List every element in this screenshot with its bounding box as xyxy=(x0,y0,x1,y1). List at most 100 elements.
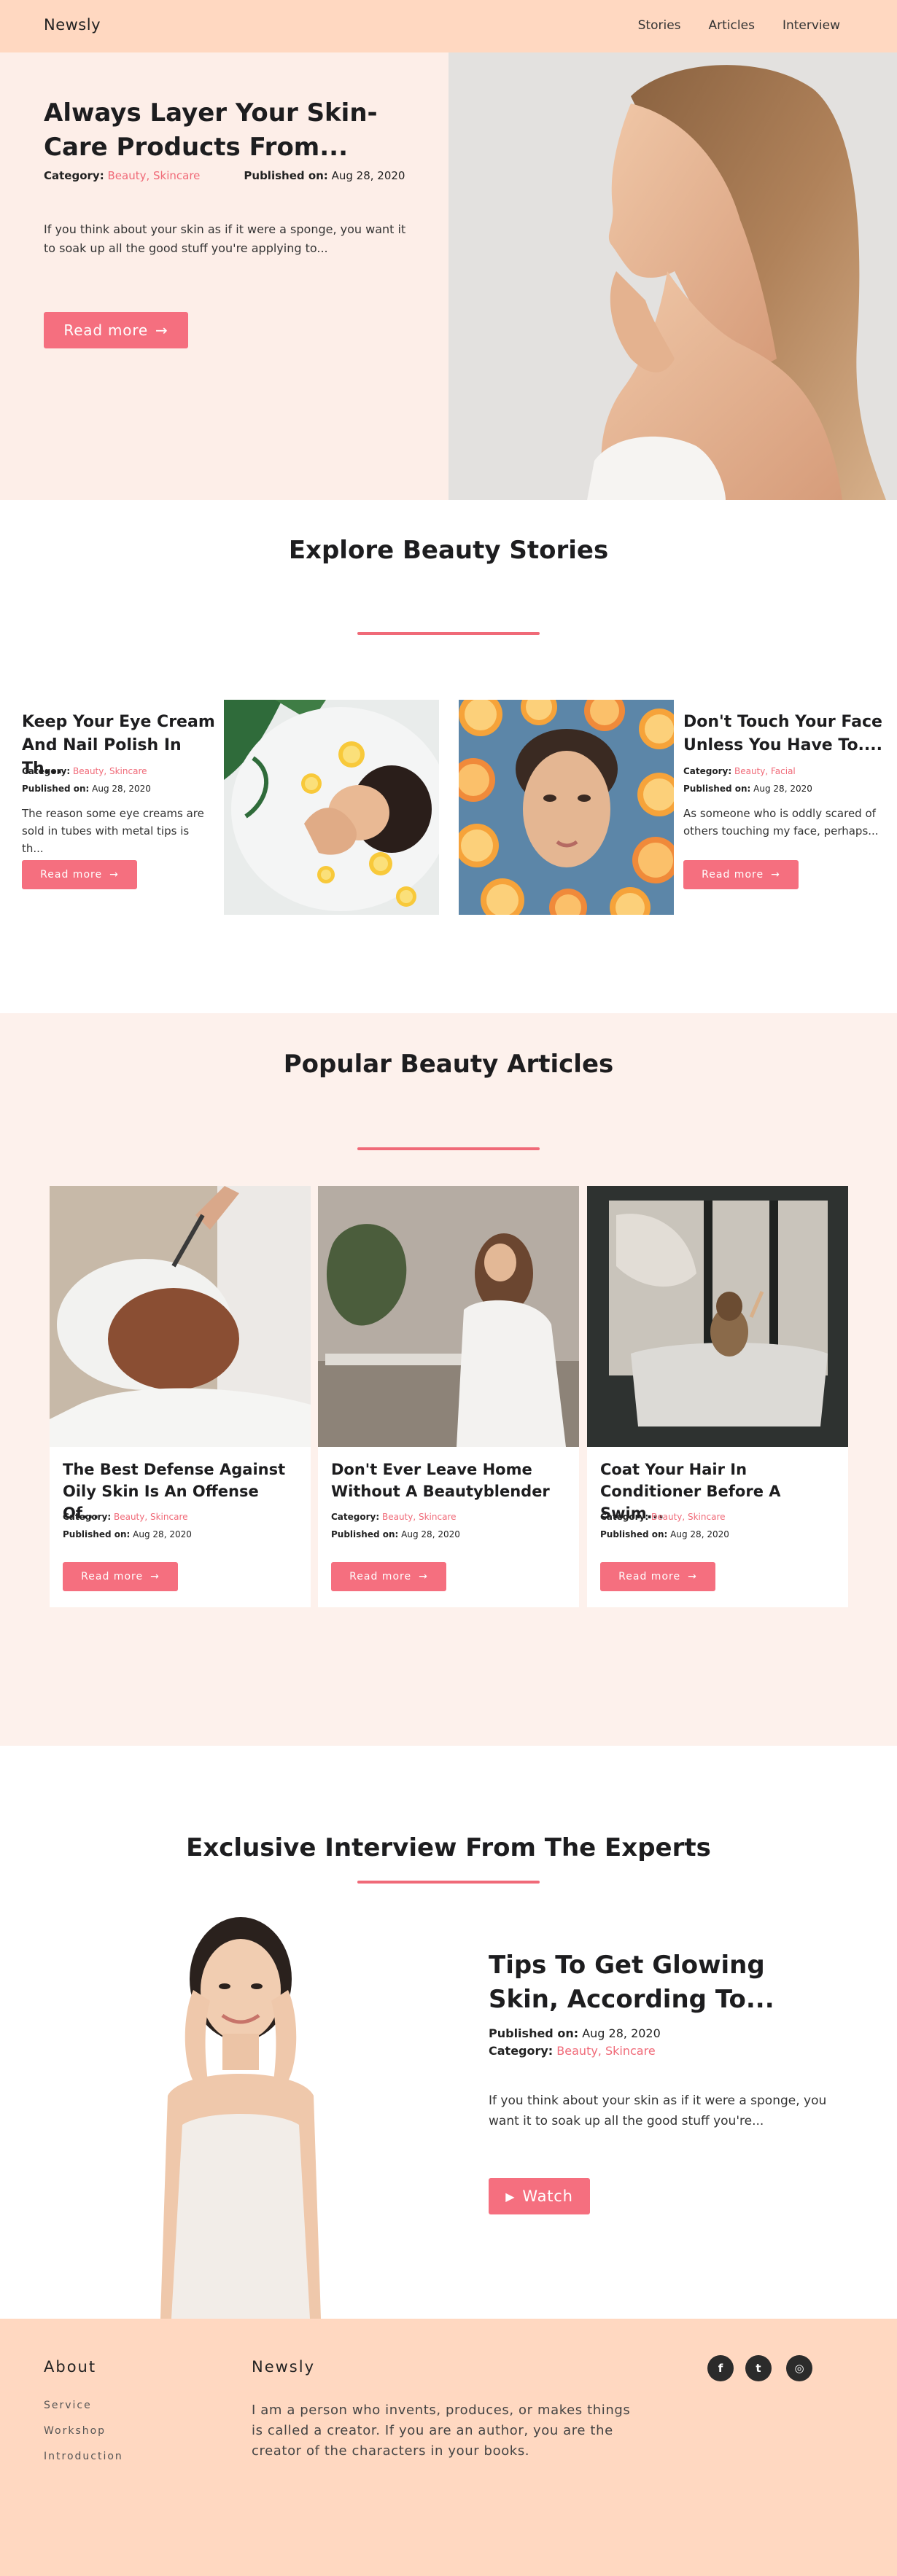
article-card-3[interactable]: Coat Your Hair In Conditioner Before A S… xyxy=(587,1186,848,1607)
footer-link-workshop[interactable]: Workshop xyxy=(44,2419,123,2444)
published-label: Published on: xyxy=(63,1529,131,1539)
title-underline xyxy=(357,1147,540,1150)
article-3-category: Category: Beauty, Skincare xyxy=(600,1508,729,1526)
published-label: Published on: xyxy=(331,1529,399,1539)
facebook-icon[interactable]: f xyxy=(707,2355,734,2381)
published-label: Published on: xyxy=(683,784,751,794)
hero-title[interactable]: Always Layer Your Skin-Care Products Fro… xyxy=(44,96,408,165)
nav-link-interview[interactable]: Interview xyxy=(783,18,840,33)
category-label: Category: xyxy=(600,1512,649,1522)
story-2-published: Published on: Aug 28, 2020 xyxy=(683,780,812,797)
hero-section: Always Layer Your Skin-Care Products Fro… xyxy=(0,52,897,500)
footer: About Service Workshop Introduction News… xyxy=(0,2319,897,2576)
published-label: Published on: xyxy=(489,2026,579,2040)
facial-mask-illustration xyxy=(50,1186,311,1447)
woman-profile-illustration xyxy=(448,52,897,500)
category-value[interactable]: Beauty, Skincare xyxy=(107,169,200,182)
category-value[interactable]: Beauty, Skincare xyxy=(556,2044,655,2058)
nav-link-articles[interactable]: Articles xyxy=(709,18,755,33)
category-value[interactable]: Beauty, Skincare xyxy=(651,1512,726,1522)
category-value[interactable]: Beauty, Skincare xyxy=(114,1512,188,1522)
published-value: Aug 28, 2020 xyxy=(331,169,405,182)
article-2-category: Category: Beauty, Skincare xyxy=(331,1508,460,1526)
category-label: Category: xyxy=(44,169,104,182)
button-label: Read more xyxy=(40,869,103,881)
story-1-category: Category: Beauty, Skincare xyxy=(22,762,147,780)
button-label: Watch xyxy=(522,2187,573,2205)
article-2-title[interactable]: Don't Ever Leave Home Without A Beautybl… xyxy=(331,1459,568,1502)
interview-section-title: Exclusive Interview From The Experts xyxy=(186,1833,711,1862)
article-3-image xyxy=(587,1186,848,1447)
hero-excerpt: If you think about your skin as if it we… xyxy=(44,222,406,255)
category-label: Category: xyxy=(489,2044,554,2058)
nav-link-stories[interactable]: Stories xyxy=(638,18,681,33)
category-value[interactable]: Beauty, Skincare xyxy=(382,1512,457,1522)
button-label: Read more xyxy=(618,1571,681,1582)
published-value: Aug 28, 2020 xyxy=(401,1529,460,1539)
category-value[interactable]: Beauty, Skincare xyxy=(73,766,147,776)
brand-logo[interactable]: Newsly xyxy=(44,16,101,34)
category-label: Category: xyxy=(22,766,71,776)
button-label: Read more xyxy=(702,869,764,881)
interview-category: Category: Beauty, Skincare xyxy=(489,2042,661,2060)
story-2-category: Category: Beauty, Facial xyxy=(683,762,796,780)
article-1-image xyxy=(50,1186,311,1447)
play-icon: ▶ xyxy=(505,2189,516,2204)
nav-links: Stories Articles Interview xyxy=(638,18,840,33)
category-label: Category: xyxy=(63,1512,112,1522)
published-value: Aug 28, 2020 xyxy=(133,1529,192,1539)
article-3-read-more-button[interactable]: Read more → xyxy=(600,1562,715,1591)
top-nav: Newsly Stories Articles Interview xyxy=(0,0,897,52)
footer-description: I am a person who invents, produces, or … xyxy=(252,2403,631,2459)
title-underline xyxy=(357,1881,540,1884)
story-1-image xyxy=(224,700,439,915)
interview-excerpt: If you think about your skin as if it we… xyxy=(489,2093,827,2128)
article-card-2[interactable]: Don't Ever Leave Home Without A Beautybl… xyxy=(318,1186,579,1607)
twitter-icon[interactable]: t xyxy=(745,2355,772,2381)
button-label: Read more xyxy=(63,321,149,339)
footer-link-service[interactable]: Service xyxy=(44,2393,123,2419)
article-2-published: Published on: Aug 28, 2020 xyxy=(331,1526,460,1543)
interview-published: Published on: Aug 28, 2020 xyxy=(489,2025,661,2042)
articles-section-title: Popular Beauty Articles xyxy=(283,1050,614,1079)
hero-image xyxy=(448,52,897,500)
published-label: Published on: xyxy=(22,784,90,794)
story-2-read-more-button[interactable]: Read more → xyxy=(683,860,799,889)
article-2-image xyxy=(318,1186,579,1447)
story-2-excerpt: As someone who is oddly scared of others… xyxy=(683,807,879,838)
article-2-read-more-button[interactable]: Read more → xyxy=(331,1562,446,1591)
hero-read-more-button[interactable]: Read more → xyxy=(44,312,188,348)
watch-button[interactable]: ▶ Watch xyxy=(489,2178,590,2214)
category-label: Category: xyxy=(683,766,732,776)
article-1-meta: Category: Beauty, Skincare Published on:… xyxy=(63,1508,192,1543)
article-card-1[interactable]: The Best Defense Against Oily Skin Is An… xyxy=(50,1186,311,1607)
instagram-icon[interactable]: ◎ xyxy=(786,2355,812,2381)
interview-image xyxy=(124,1906,357,2319)
article-1-read-more-button[interactable]: Read more → xyxy=(63,1562,178,1591)
arrow-right-icon: → xyxy=(771,869,780,881)
story-1-read-more-button[interactable]: Read more → xyxy=(22,860,137,889)
smiling-woman-illustration xyxy=(160,1917,321,2319)
published-value: Aug 28, 2020 xyxy=(582,2026,661,2040)
story-2-image xyxy=(459,700,674,915)
category-value[interactable]: Beauty, Facial xyxy=(734,766,796,776)
published-label: Published on: xyxy=(244,169,328,182)
footer-link-introduction[interactable]: Introduction xyxy=(44,2444,123,2470)
arrow-right-icon: → xyxy=(155,321,168,339)
woman-robe-illustration xyxy=(318,1186,579,1447)
hero-published: Published on: Aug 28, 2020 xyxy=(244,169,405,182)
hero-category: Category: Beauty, Skincare xyxy=(44,169,200,182)
interview-title[interactable]: Tips To Get Glowing Skin, According To..… xyxy=(489,1948,824,2017)
published-value: Aug 28, 2020 xyxy=(92,784,151,794)
face-oranges-illustration xyxy=(459,700,674,915)
interview-meta: Published on: Aug 28, 2020 Category: Bea… xyxy=(489,2025,661,2060)
article-3-published: Published on: Aug 28, 2020 xyxy=(600,1526,729,1543)
article-1-published: Published on: Aug 28, 2020 xyxy=(63,1526,192,1543)
hero-meta: Category: Beauty, Skincare Published on:… xyxy=(44,169,423,182)
article-3-meta: Category: Beauty, Skincare Published on:… xyxy=(600,1508,729,1543)
story-2-title[interactable]: Don't Touch Your Face Unless You Have To… xyxy=(683,711,888,757)
title-underline xyxy=(357,632,540,635)
story-1-excerpt: The reason some eye creams are sold in t… xyxy=(22,807,204,855)
footer-about-heading: About xyxy=(44,2358,97,2376)
article-1-category: Category: Beauty, Skincare xyxy=(63,1508,192,1526)
